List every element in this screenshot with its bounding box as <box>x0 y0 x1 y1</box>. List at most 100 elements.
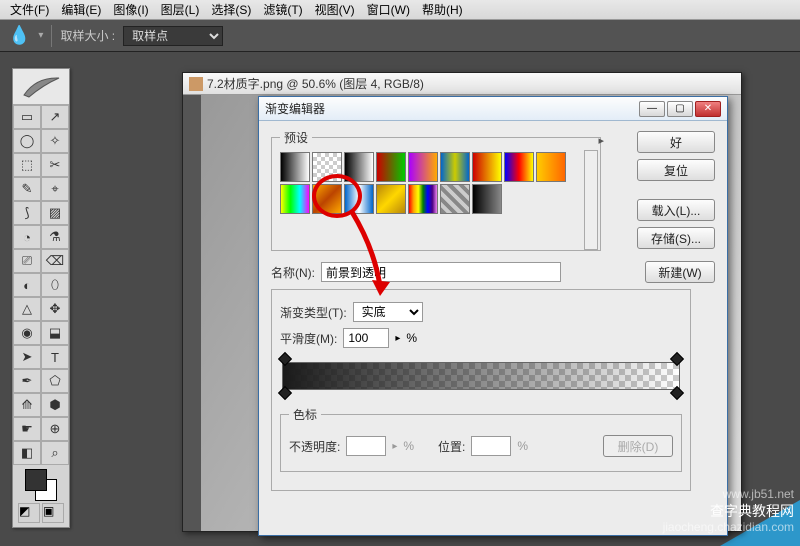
tool-20[interactable]: ➤ <box>13 345 41 369</box>
delete-button: 删除(D) <box>603 435 673 457</box>
preset-swatch-2[interactable] <box>344 152 374 182</box>
ok-button[interactable]: 好 <box>637 131 715 153</box>
preset-swatch-0[interactable] <box>280 152 310 182</box>
gradient-type-label: 渐变类型(T): <box>280 304 347 321</box>
preset-swatch-6[interactable] <box>472 152 502 182</box>
dropdown-icon[interactable]: ▾ <box>38 30 43 41</box>
menu-select[interactable]: 选择(S) <box>205 0 257 20</box>
color-swatches: ◩ ▣ <box>13 465 69 527</box>
tool-29[interactable]: ⌕ <box>41 441 69 465</box>
tool-2[interactable]: ◯ <box>13 129 41 153</box>
menu-image[interactable]: 图像(I) <box>107 0 154 20</box>
tool-24[interactable]: ⟰ <box>13 393 41 417</box>
preset-swatch-7[interactable] <box>504 152 534 182</box>
save-button[interactable]: 存储(S)... <box>637 227 715 249</box>
gradient-type-select[interactable]: 实底 <box>353 302 423 322</box>
gradient-preview-bar[interactable] <box>282 362 680 390</box>
separator <box>51 25 52 47</box>
tool-11[interactable]: ⚗ <box>41 225 69 249</box>
minimize-button[interactable]: — <box>639 101 665 117</box>
preset-swatch-1[interactable] <box>312 152 342 182</box>
toolbox: ▭↗◯✧⬚✂✎⌖⟆▨◔⚗⎚⌫◐⬯△✥◉⬓➤T✒⬠⟰⬢☛⊕◧⌕ ◩ ▣ <box>12 68 70 528</box>
menu-window[interactable]: 窗口(W) <box>361 0 416 20</box>
tool-28[interactable]: ◧ <box>13 441 41 465</box>
new-button[interactable]: 新建(W) <box>645 261 715 283</box>
fg-bg-colors[interactable] <box>25 469 57 501</box>
preset-swatch-12[interactable] <box>376 184 406 214</box>
tool-7[interactable]: ⌖ <box>41 177 69 201</box>
preset-swatch-14[interactable] <box>440 184 470 214</box>
tool-25[interactable]: ⬢ <box>41 393 69 417</box>
tool-3[interactable]: ✧ <box>41 129 69 153</box>
preset-swatch-11[interactable] <box>344 184 374 214</box>
toolbox-header-icon <box>13 69 69 105</box>
tool-0[interactable]: ▭ <box>13 105 41 129</box>
tool-16[interactable]: △ <box>13 297 41 321</box>
sample-size-label: 取样大小 : <box>60 27 115 44</box>
tool-10[interactable]: ◔ <box>13 225 41 249</box>
menu-view[interactable]: 视图(V) <box>309 0 361 20</box>
preset-swatch-15[interactable] <box>472 184 502 214</box>
presets-fieldset: 预设 ▸ <box>271 129 601 251</box>
eyedropper-icon[interactable]: 💧 <box>8 25 30 46</box>
reset-button[interactable]: 复位 <box>637 159 715 181</box>
tool-12[interactable]: ⎚ <box>13 249 41 273</box>
annotation-arrow <box>344 208 404 298</box>
opacity-unit: % <box>403 439 414 453</box>
quick-mask-icon[interactable]: ◩ <box>18 503 40 523</box>
tool-6[interactable]: ✎ <box>13 177 41 201</box>
preset-swatch-5[interactable] <box>440 152 470 182</box>
dialog-action-buttons: 好 复位 载入(L)... 存储(S)... <box>637 131 715 249</box>
preset-swatch-13[interactable] <box>408 184 438 214</box>
menu-edit[interactable]: 编辑(E) <box>55 0 107 20</box>
tool-15[interactable]: ⬯ <box>41 273 69 297</box>
dialog-title: 渐变编辑器 <box>265 100 637 117</box>
options-bar: 💧 ▾ 取样大小 : 取样点 <box>0 20 800 52</box>
menu-filter[interactable]: 滤镜(T) <box>257 0 308 20</box>
menu-layer[interactable]: 图层(L) <box>155 0 206 20</box>
tool-21[interactable]: T <box>41 345 69 369</box>
name-input[interactable] <box>321 262 561 282</box>
menu-help[interactable]: 帮助(H) <box>416 0 469 20</box>
tool-8[interactable]: ⟆ <box>13 201 41 225</box>
screen-mode-icon[interactable]: ▣ <box>42 503 64 523</box>
name-label: 名称(N): <box>271 264 315 281</box>
preset-swatch-8[interactable] <box>536 152 566 182</box>
smoothness-input[interactable] <box>343 328 389 348</box>
menu-bar: 文件(F) 编辑(E) 图像(I) 图层(L) 选择(S) 滤镜(T) 视图(V… <box>0 0 800 20</box>
gradient-editor-dialog: 渐变编辑器 — ▢ ✕ 好 复位 载入(L)... 存储(S)... 预设 ▸ … <box>258 96 728 536</box>
sample-size-select[interactable]: 取样点 <box>123 26 223 46</box>
smoothness-dropdown-icon[interactable]: ▸ <box>395 333 400 344</box>
preset-swatch-3[interactable] <box>376 152 406 182</box>
tool-14[interactable]: ◐ <box>13 273 41 297</box>
tool-13[interactable]: ⌫ <box>41 249 69 273</box>
position-unit: % <box>517 439 528 453</box>
load-button[interactable]: 载入(L)... <box>637 199 715 221</box>
tool-23[interactable]: ⬠ <box>41 369 69 393</box>
gradient-type-fieldset: 渐变类型(T): 实底 平滑度(M): ▸ % 色标 不透明度: <box>271 289 691 491</box>
foreground-color[interactable] <box>25 469 47 491</box>
tool-27[interactable]: ⊕ <box>41 417 69 441</box>
preset-grid <box>280 152 592 214</box>
presets-menu-icon[interactable]: ▸ <box>598 134 604 147</box>
tool-19[interactable]: ⬓ <box>41 321 69 345</box>
close-button[interactable]: ✕ <box>695 101 721 117</box>
tool-22[interactable]: ✒ <box>13 369 41 393</box>
menu-file[interactable]: 文件(F) <box>4 0 55 20</box>
tool-5[interactable]: ✂ <box>41 153 69 177</box>
dialog-titlebar[interactable]: 渐变编辑器 — ▢ ✕ <box>259 97 727 121</box>
preset-swatch-10[interactable] <box>312 184 342 214</box>
tool-4[interactable]: ⬚ <box>13 153 41 177</box>
tool-1[interactable]: ↗ <box>41 105 69 129</box>
presets-scrollbar[interactable] <box>584 150 598 250</box>
document-tab[interactable]: 7.2材质字.png @ 50.6% (图层 4, RGB/8) <box>183 73 741 95</box>
position-input <box>471 436 511 456</box>
maximize-button[interactable]: ▢ <box>667 101 693 117</box>
stops-label: 色标 <box>289 406 321 423</box>
preset-swatch-9[interactable] <box>280 184 310 214</box>
tool-26[interactable]: ☛ <box>13 417 41 441</box>
tool-9[interactable]: ▨ <box>41 201 69 225</box>
tool-17[interactable]: ✥ <box>41 297 69 321</box>
tool-18[interactable]: ◉ <box>13 321 41 345</box>
preset-swatch-4[interactable] <box>408 152 438 182</box>
